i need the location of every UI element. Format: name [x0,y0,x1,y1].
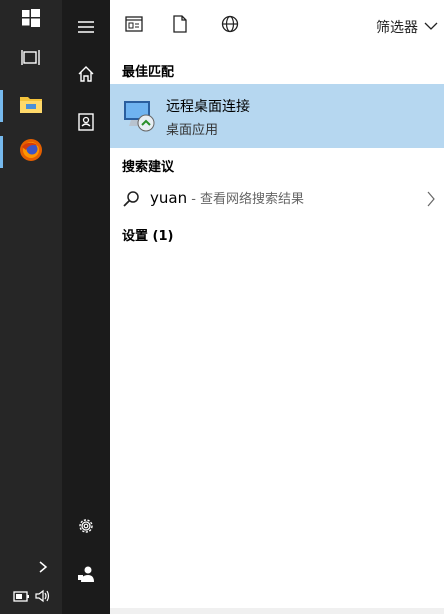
search-suggestions-heading: 搜索建议 [122,160,175,175]
search-box-edge [110,608,444,614]
firefox-button[interactable] [0,132,62,172]
user-icon [77,565,95,587]
suggestion-query: yuan [150,189,188,207]
search-icon [122,190,140,212]
filter-label: 筛选器 [376,20,418,36]
suggestion-hint: - 查看网络搜索结果 [187,192,305,207]
home-button[interactable] [62,52,110,100]
settings-gear-icon [77,517,95,539]
chevron-down-icon [424,19,438,35]
taskbar [0,0,62,614]
best-match-heading: 最佳匹配 [122,65,175,80]
documents-icon [173,15,187,37]
contact-card-button[interactable] [62,100,110,148]
volume-icon[interactable] [35,588,51,607]
remote-desktop-icon [121,98,157,134]
start-button[interactable] [0,0,62,40]
search-results-panel: 筛选器 最佳匹配 远程桌面连接 桌面应用 搜索建议 yuan - 查看网络搜索结… [110,0,444,614]
apps-filter-button[interactable] [122,14,146,38]
hamburger-menu-icon [77,19,95,38]
filter-dropdown[interactable]: 筛选器 [376,16,438,38]
web-search-suggestion[interactable]: yuan - 查看网络搜索结果 [110,182,444,216]
file-explorer-icon [19,94,43,118]
file-explorer-button[interactable] [0,86,62,126]
search-toolbar: 筛选器 [110,0,444,54]
settings-button[interactable] [62,504,110,552]
web-icon [221,15,239,37]
chevron-right-icon [426,191,436,211]
chevron-up-icon[interactable] [38,559,48,578]
firefox-icon [19,138,43,166]
start-rail [62,0,110,614]
best-match-title: 远程桌面连接 [166,99,250,115]
best-match-subtitle: 桌面应用 [166,123,219,138]
system-tray [0,561,62,614]
user-button[interactable] [62,552,110,600]
home-icon [77,65,95,87]
contact-card-icon [77,113,95,135]
battery-icon[interactable] [13,588,31,607]
apps-icon [125,16,143,36]
windows-logo-icon [22,9,40,31]
documents-filter-button[interactable] [168,14,192,38]
web-filter-button[interactable] [218,14,242,38]
task-view-icon [21,49,41,71]
best-match-result[interactable]: 远程桌面连接 桌面应用 [110,84,444,148]
settings-heading[interactable]: 设置 (1) [122,225,173,244]
task-view-button[interactable] [0,40,62,80]
expand-menu-button[interactable] [62,4,110,52]
